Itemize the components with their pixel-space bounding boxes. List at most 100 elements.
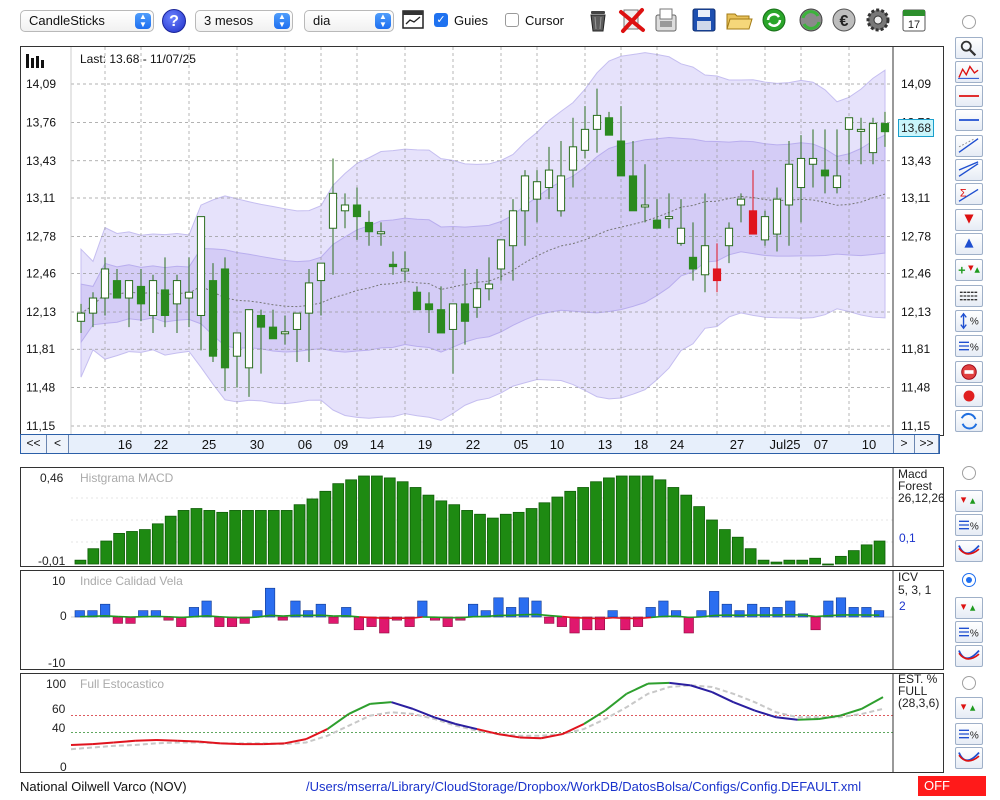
config-path-link[interactable]: /Users/mserra/Library/CloudStorage/Dropb… bbox=[306, 779, 861, 794]
stoch-main-line bbox=[113, 739, 136, 744]
candle-down bbox=[256, 314, 266, 328]
curve-cross-button[interactable] bbox=[955, 747, 983, 769]
icv-ytick-mid: 0 bbox=[60, 609, 67, 623]
percent-range-button[interactable]: % bbox=[955, 310, 983, 332]
swap-arrows-button[interactable] bbox=[955, 410, 983, 432]
zoom-button[interactable] bbox=[955, 37, 983, 59]
chart-type-select[interactable]: CandleSticks ▲ ▼ bbox=[20, 10, 154, 32]
macd-bar bbox=[371, 475, 383, 565]
stoch-main-line bbox=[177, 739, 200, 743]
macd-bar bbox=[525, 508, 538, 565]
stoch-panel-radio[interactable] bbox=[962, 676, 976, 690]
grid-lines-icon bbox=[959, 291, 979, 301]
icv-signal-line bbox=[270, 614, 284, 617]
macd-bar bbox=[719, 529, 731, 565]
candle-down bbox=[136, 285, 146, 305]
icv-signal-line bbox=[562, 615, 575, 619]
candlestick-chart[interactable]: 14,0914,0913,7613,7613,4313,4313,1113,11… bbox=[21, 47, 943, 435]
arrow-down-red-button[interactable] bbox=[955, 209, 983, 231]
icv-bar-negative bbox=[556, 616, 567, 627]
curve-cross-icon bbox=[958, 751, 980, 762]
cursor-checkbox[interactable] bbox=[505, 13, 519, 27]
percent-lines-button[interactable]: % bbox=[955, 514, 983, 536]
delete-x-icon[interactable] bbox=[618, 6, 646, 34]
arrow-up-blue-button[interactable] bbox=[955, 233, 983, 255]
candle-up bbox=[868, 123, 878, 154]
calendar-grid-icon[interactable] bbox=[402, 8, 424, 30]
draw-trend-button[interactable] bbox=[955, 135, 983, 157]
macd-bar bbox=[474, 513, 486, 565]
y-tick-label-right: 12,46 bbox=[901, 267, 931, 281]
percent-lines-button[interactable]: % bbox=[955, 335, 983, 357]
candle-up bbox=[280, 331, 290, 335]
percent-lines-button[interactable]: % bbox=[955, 621, 983, 643]
icv-bar-positive bbox=[645, 607, 656, 618]
buy-sell-arrows-button[interactable] bbox=[955, 697, 983, 719]
icv-panel-radio[interactable] bbox=[962, 573, 976, 587]
notepad-icon[interactable] bbox=[652, 6, 680, 34]
stoch-main-line bbox=[669, 681, 691, 687]
macd-bar bbox=[409, 487, 422, 565]
grid-lines-button[interactable] bbox=[955, 285, 983, 307]
status-badge[interactable]: OFF bbox=[918, 776, 986, 796]
x-tick-label: 27 bbox=[729, 437, 745, 452]
chart-view-button[interactable] bbox=[955, 61, 983, 83]
percent-lines-icon: % bbox=[959, 627, 979, 640]
macd-legend: Macd Forest 26,12,26 bbox=[898, 468, 945, 504]
currency-euro-icon[interactable]: € bbox=[830, 6, 858, 34]
percent-lines-button[interactable]: % bbox=[955, 723, 983, 745]
stoch-main-line bbox=[326, 713, 350, 730]
stoch-main-line bbox=[498, 733, 520, 739]
chevron-updown-icon: ▲ ▼ bbox=[375, 13, 391, 29]
macd-bar bbox=[280, 510, 293, 565]
refresh-icon[interactable] bbox=[760, 6, 788, 34]
calendar-day-text: 17 bbox=[908, 19, 920, 31]
buy-sell-arrows-button[interactable] bbox=[955, 597, 983, 619]
help-button[interactable]: ? bbox=[162, 9, 186, 33]
sigma-line-button[interactable]: Σ bbox=[955, 183, 983, 205]
icv-signal-line bbox=[359, 616, 372, 619]
candle-down bbox=[460, 303, 470, 322]
guides-checkbox[interactable]: ✓ bbox=[434, 13, 448, 27]
sync-globe-icon[interactable] bbox=[797, 6, 825, 34]
buy-sell-arrows-button[interactable] bbox=[955, 490, 983, 512]
open-folder-icon[interactable] bbox=[725, 6, 753, 34]
period-select[interactable]: 3 mesos ▲ ▼ bbox=[195, 10, 293, 32]
save-disk-icon[interactable] bbox=[690, 6, 718, 34]
red-line-button[interactable] bbox=[955, 85, 983, 107]
last-button[interactable]: >> bbox=[915, 435, 939, 453]
curve-cross-button[interactable] bbox=[955, 645, 983, 667]
macd-bar bbox=[332, 483, 345, 565]
macd-bar bbox=[242, 510, 254, 565]
calendar-17-icon[interactable]: 17 bbox=[900, 6, 928, 34]
next-button[interactable]: > bbox=[893, 435, 915, 453]
curve-cross-button[interactable] bbox=[955, 540, 983, 562]
trend-channel-button[interactable] bbox=[955, 159, 983, 181]
x-tick-label: 22 bbox=[465, 437, 481, 452]
y-tick-label-left: 12,78 bbox=[26, 229, 56, 243]
candle-up bbox=[844, 117, 854, 130]
icv-legend-params: 5, 3, 1 bbox=[898, 583, 932, 597]
macd-bar bbox=[783, 559, 796, 565]
macd-panel-radio[interactable] bbox=[962, 466, 976, 480]
settings-gear-icon[interactable] bbox=[864, 6, 892, 34]
percent-lines-icon: % bbox=[959, 520, 979, 533]
candlestick-app: CandleSticks ▲ ▼ ? 3 mesos ▲ ▼ dia ▲ ▼ ✓ Gu… bbox=[0, 0, 1000, 800]
first-button[interactable]: << bbox=[21, 435, 47, 453]
icv-bar-negative bbox=[214, 616, 225, 627]
buy-sell-arrows-button[interactable]: + bbox=[955, 259, 983, 281]
candle-down bbox=[364, 221, 374, 233]
icv-signal-line bbox=[371, 616, 385, 620]
candle-up bbox=[76, 312, 86, 322]
candle-up bbox=[568, 146, 578, 171]
chart-view-icon bbox=[958, 65, 979, 79]
trash-icon[interactable] bbox=[584, 6, 612, 34]
candle-up bbox=[760, 216, 770, 241]
interval-select[interactable]: dia ▲ ▼ bbox=[304, 10, 394, 32]
record-button[interactable] bbox=[955, 385, 983, 407]
forbidden-button[interactable] bbox=[955, 361, 983, 383]
sigma-line-icon: Σ bbox=[958, 188, 979, 202]
blue-line-button[interactable] bbox=[955, 109, 983, 131]
main-panel-radio[interactable] bbox=[962, 15, 976, 29]
prev-button[interactable]: < bbox=[47, 435, 69, 453]
